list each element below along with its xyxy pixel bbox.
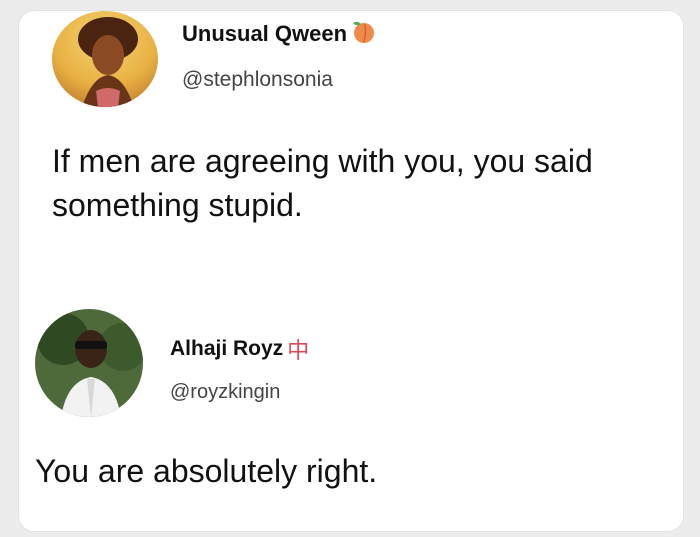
tweet-text-line-2: something stupid. bbox=[52, 187, 303, 223]
display-name-unusual-qween[interactable]: Unusual Qween bbox=[182, 18, 377, 50]
peach-icon bbox=[351, 18, 377, 50]
avatar-image bbox=[52, 11, 158, 107]
handle-royzkingin[interactable]: @royzkingin bbox=[170, 381, 280, 404]
tweet-text: If men are agreeing with you, you said s… bbox=[52, 139, 593, 227]
display-name-text: Alhaji Royz bbox=[170, 337, 284, 360]
display-name-text: Unusual Qween bbox=[182, 21, 348, 46]
avatar-alhaji-royz[interactable] bbox=[35, 309, 143, 417]
avatar-image bbox=[35, 309, 143, 417]
display-name-alhaji-royz[interactable]: Alhaji Royz 中 bbox=[170, 333, 309, 365]
mahjong-red-dragon-icon: 中 bbox=[287, 339, 310, 364]
handle-stephlonsonia[interactable]: @stephlonsonia bbox=[182, 68, 333, 92]
tweet-card: Unusual Qween @stephlonsonia If men are … bbox=[18, 10, 684, 532]
tweet-text-line-1: If men are agreeing with you, you said bbox=[52, 143, 593, 179]
avatar-unusual-qween[interactable] bbox=[52, 11, 158, 107]
reply-text: You are absolutely right. bbox=[35, 453, 378, 489]
